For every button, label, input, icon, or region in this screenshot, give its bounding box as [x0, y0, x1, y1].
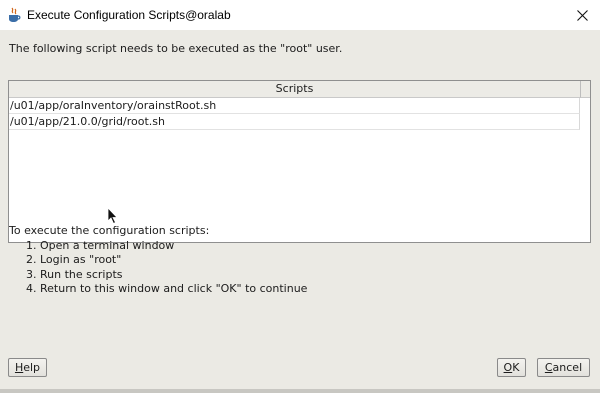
- mouse-cursor-icon: [107, 207, 118, 225]
- instructions: To execute the configuration scripts: 1.…: [9, 224, 307, 297]
- instructions-heading: To execute the configuration scripts:: [9, 224, 210, 237]
- window-bottom-border: [0, 389, 600, 393]
- instruction-step: 4. Return to this window and click "OK" …: [26, 282, 308, 295]
- table-row[interactable]: /u01/app/21.0.0/grid/root.sh: [9, 114, 580, 130]
- scripts-table[interactable]: Scripts /u01/app/oraInventory/orainstRoo…: [8, 80, 591, 243]
- table-header-scripts[interactable]: Scripts: [9, 81, 581, 98]
- ok-label-rest: K: [512, 361, 520, 374]
- java-icon: [9, 7, 21, 22]
- help-button[interactable]: Help: [8, 358, 47, 377]
- table-header-filler: [581, 81, 590, 98]
- cancel-mnemonic: C: [544, 361, 553, 374]
- help-label-rest: elp: [23, 361, 41, 374]
- intro-text: The following script needs to be execute…: [9, 42, 343, 55]
- table-row[interactable]: /u01/app/oraInventory/orainstRoot.sh: [9, 98, 580, 114]
- instruction-step: 3. Run the scripts: [26, 267, 123, 281]
- cancel-button[interactable]: Cancel: [537, 358, 590, 377]
- title-bar: Execute Configuration Scripts@oralab: [0, 0, 600, 30]
- close-button[interactable]: [564, 0, 600, 30]
- ok-button[interactable]: OK: [497, 358, 526, 377]
- instruction-step: 1. Open a terminal window: [26, 238, 175, 252]
- ok-mnemonic: O: [503, 361, 513, 374]
- instruction-step: 2. Login as "root": [26, 253, 122, 266]
- window-title: Execute Configuration Scripts@oralab: [27, 8, 231, 22]
- help-mnemonic: H: [14, 361, 24, 374]
- close-icon: [576, 9, 588, 21]
- dialog-content: The following script needs to be execute…: [0, 30, 600, 393]
- cancel-label-rest: ancel: [552, 361, 583, 374]
